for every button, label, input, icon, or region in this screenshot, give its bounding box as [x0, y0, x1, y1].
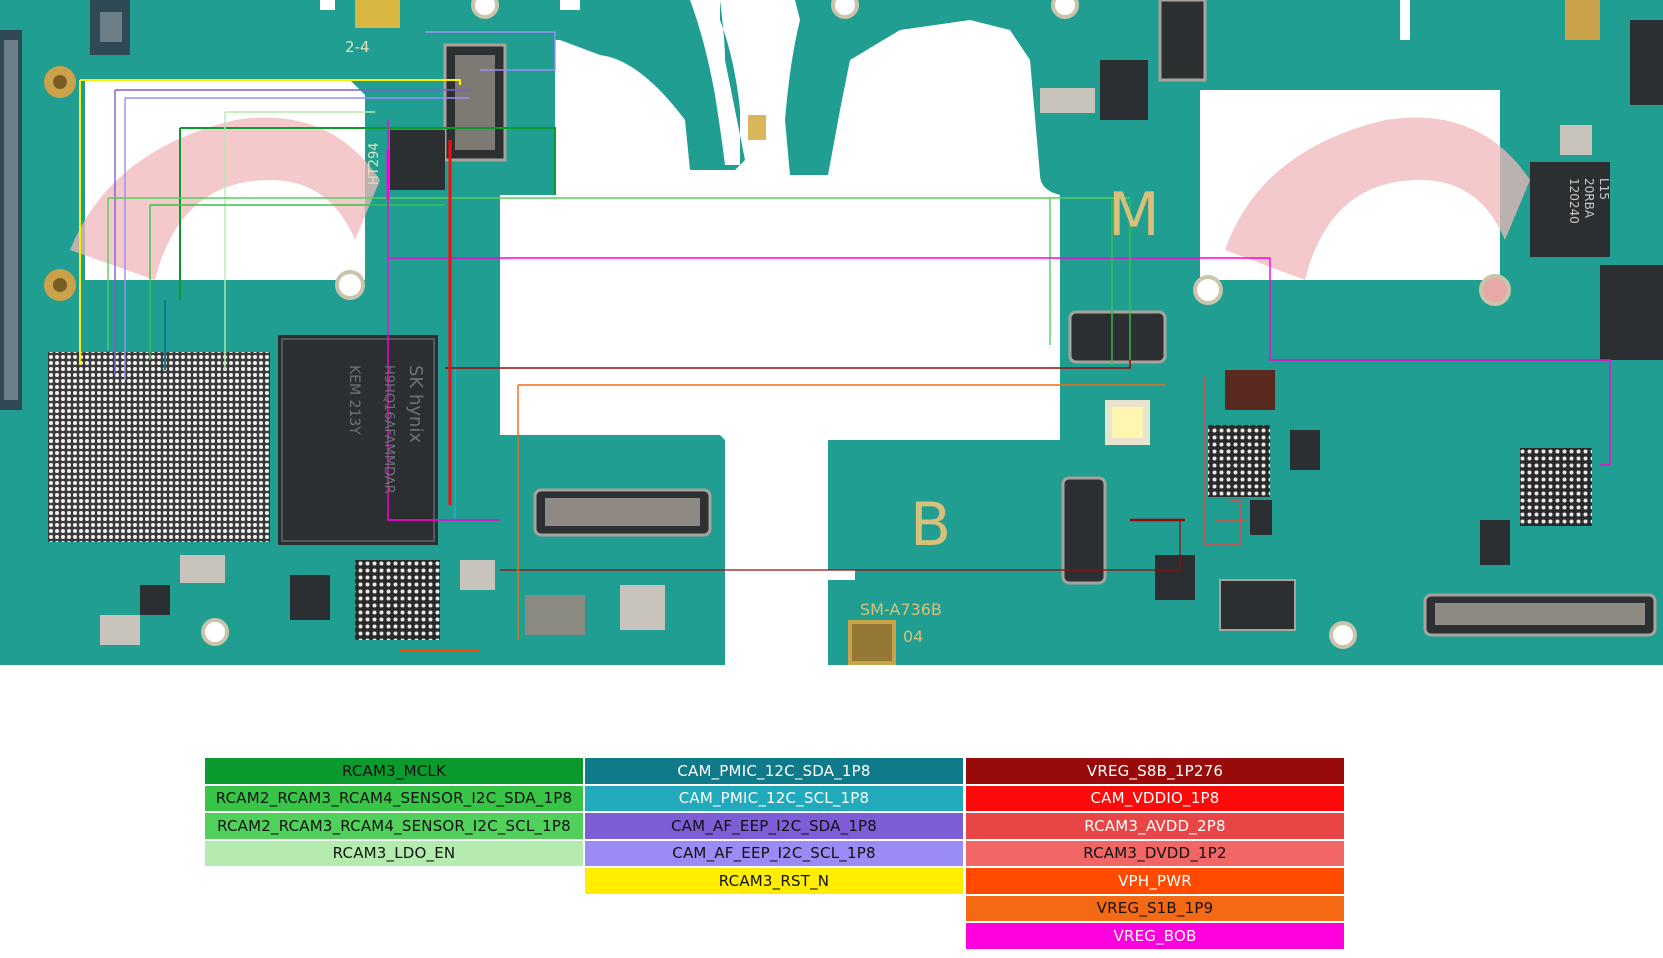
- legend-entry: CAM_AF_EEP_I2C_SCL_1P8: [585, 840, 963, 866]
- legend-entry: VREG_S1B_1P9: [966, 895, 1344, 921]
- memory-part: H9HQ16AFAMMDAR: [381, 365, 396, 494]
- legend-entry: RCAM3_RST_N: [585, 868, 963, 894]
- pmic-marking-3: 120240: [1567, 178, 1581, 224]
- silk-ic-marking: HT294: [367, 142, 382, 185]
- legend-entry: CAM_PMIC_12C_SCL_1P8: [585, 785, 963, 811]
- legend-entry: CAM_PMIC_12C_SDA_1P8: [585, 758, 963, 784]
- silk-revision: 04: [903, 627, 923, 646]
- legend-entry: VREG_S8B_1P276: [966, 758, 1344, 784]
- legend-entry: RCAM2_RCAM3_RCAM4_SENSOR_I2C_SDA_1P8: [205, 785, 583, 811]
- legend-entry: VPH_PWR: [966, 868, 1344, 894]
- silk-label-b: B: [910, 490, 951, 560]
- legend-entry: RCAM3_DVDD_1P2: [966, 840, 1344, 866]
- legend-column-3: VREG_S8B_1P276 CAM_VDDIO_1P8 RCAM3_AVDD_2P…: [966, 758, 1344, 949]
- silk-model: SM-A736B: [860, 600, 942, 619]
- silk-label-m: M: [1108, 180, 1160, 250]
- pmic-marking-2: 20RBA: [1582, 178, 1596, 219]
- pmic-marking-1: L15: [1597, 178, 1611, 200]
- silk-2-4: 2-4: [345, 38, 370, 56]
- memory-brand: SK hynix: [405, 365, 426, 443]
- memory-code: KEM 213Y: [346, 365, 362, 435]
- legend-entry: RCAM3_AVDD_2P8: [966, 813, 1344, 839]
- legend-entry: CAM_AF_EEP_I2C_SDA_1P8: [585, 813, 963, 839]
- legend-column-1: RCAM3_MCLK RCAM2_RCAM3_RCAM4_SENSOR_I2C_S…: [205, 758, 583, 866]
- legend-column-2: CAM_PMIC_12C_SDA_1P8 CAM_PMIC_12C_SCL_1P8…: [585, 758, 963, 894]
- legend-entry: RCAM2_RCAM3_RCAM4_SENSOR_I2C_SCL_1P8: [205, 813, 583, 839]
- legend-entry: CAM_VDDIO_1P8: [966, 785, 1344, 811]
- legend-entry: RCAM3_MCLK: [205, 758, 583, 784]
- left-board: [0, 0, 820, 665]
- legend-entry: VREG_BOB: [966, 923, 1344, 949]
- pcb-board-diagram: M B SM-A736B 04 2-4 HT294 SK hynix H9HQ1…: [0, 0, 1663, 665]
- legend-entry: RCAM3_LDO_EN: [205, 840, 583, 866]
- right-board: [785, 0, 1663, 665]
